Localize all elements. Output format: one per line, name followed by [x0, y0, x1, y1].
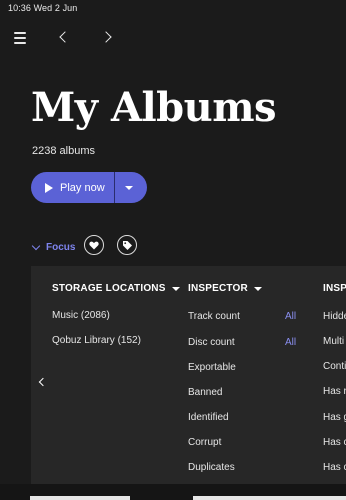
- tag-icon[interactable]: [117, 235, 137, 255]
- third-item[interactable]: Has c: [323, 462, 346, 473]
- chevron-down-icon: [31, 241, 41, 250]
- third-item[interactable]: Multi: [323, 336, 344, 347]
- inspector-label: INSPECTOR: [188, 283, 248, 294]
- track-count-all-link[interactable]: All: [285, 311, 296, 322]
- third-item[interactable]: Has g: [323, 412, 346, 423]
- storage-item-music[interactable]: Music (2086): [52, 310, 110, 321]
- focus-panel: STORAGE LOCATIONS Music (2086) Qobuz Lib…: [31, 266, 346, 484]
- bottom-edge-card: [30, 496, 130, 500]
- disc-count-all-link[interactable]: All: [285, 337, 296, 348]
- storage-locations-header[interactable]: STORAGE LOCATIONS: [52, 283, 180, 294]
- focus-label: Focus: [46, 241, 76, 253]
- play-now-label: Play now: [60, 181, 105, 194]
- play-button-group: Play now: [31, 172, 147, 203]
- hamburger-icon[interactable]: [10, 26, 32, 48]
- bottom-edge-card: [193, 496, 346, 500]
- inspector-header[interactable]: INSPECTOR: [188, 283, 262, 294]
- chevron-left-icon: [38, 377, 48, 387]
- page-title: My Albums: [31, 84, 277, 131]
- inspector-identified[interactable]: Identified: [188, 412, 229, 423]
- inspector-disc-count[interactable]: Disc count: [188, 337, 235, 348]
- play-icon: [45, 182, 53, 193]
- chevron-right-icon[interactable]: [96, 26, 118, 48]
- heart-icon[interactable]: [84, 235, 104, 255]
- third-item[interactable]: Conti: [323, 361, 346, 372]
- third-item[interactable]: Hidde: [323, 311, 346, 322]
- status-bar: 10:36 Wed 2 Jun: [0, 0, 346, 16]
- caret-down-icon: [171, 286, 180, 291]
- storage-locations-label: STORAGE LOCATIONS: [52, 283, 166, 294]
- inspector-banned[interactable]: Banned: [188, 387, 222, 398]
- inspector-corrupt[interactable]: Corrupt: [188, 437, 221, 448]
- caret-down-icon: [125, 185, 133, 190]
- storage-item-qobuz[interactable]: Qobuz Library (152): [52, 335, 141, 346]
- focus-toggle[interactable]: Focus: [31, 236, 75, 258]
- inspector-track-count[interactable]: Track count: [188, 311, 240, 322]
- play-options-button[interactable]: [115, 172, 147, 203]
- panel-scroll-left[interactable]: [31, 266, 53, 484]
- chevron-left-icon[interactable]: [52, 26, 74, 48]
- status-time-date: 10:36 Wed 2 Jun: [8, 3, 78, 13]
- inspector-duplicates[interactable]: Duplicates: [188, 462, 235, 473]
- album-count: 2238 albums: [32, 145, 95, 157]
- third-item[interactable]: Has c: [323, 437, 346, 448]
- play-now-button[interactable]: Play now: [31, 172, 114, 203]
- third-column-header[interactable]: INSP: [323, 283, 346, 294]
- caret-down-icon: [253, 286, 262, 291]
- third-item[interactable]: Has r: [323, 386, 346, 397]
- inspector-exportable[interactable]: Exportable: [188, 362, 236, 373]
